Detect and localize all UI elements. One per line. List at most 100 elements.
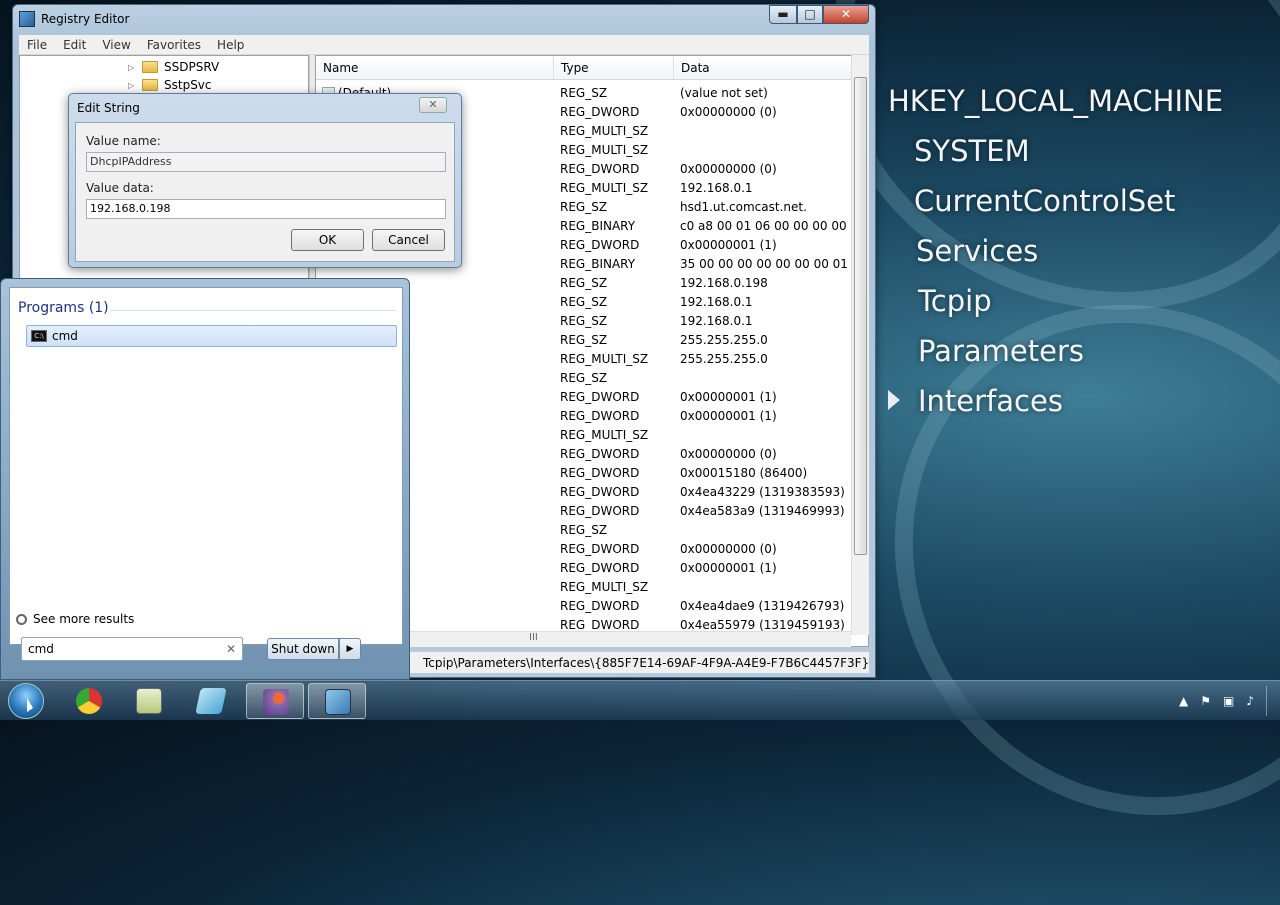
value-type: REG_DWORD [560, 542, 640, 556]
see-more-results-link[interactable]: See more results [16, 612, 134, 626]
maximize-button[interactable]: □ [797, 5, 823, 24]
overlay-currentcontrolset: CurrentControlSet [914, 184, 1176, 218]
overlay-parameters: Parameters [918, 334, 1084, 368]
taskbar-app-chart[interactable] [120, 683, 178, 719]
value-type: REG_SZ [560, 200, 608, 214]
expand-icon[interactable]: ▷ [128, 63, 142, 72]
tree-node-ssdpsrv[interactable]: ▷ SSDPSRV [128, 58, 219, 76]
list-vertical-scrollbar[interactable] [851, 55, 869, 635]
header-divider [110, 310, 396, 311]
value-data: 0x4ea43229 (1319383593) [680, 485, 845, 499]
dialog-close-button[interactable]: ✕ [419, 97, 447, 113]
value-data: 192.168.0.1 [680, 314, 753, 328]
search-results-pane: Programs (1) C:\ cmd See more results [9, 287, 403, 645]
overlay-interfaces: Interfaces [918, 384, 1063, 418]
taskbar-app-glass[interactable] [182, 683, 240, 719]
programs-header: Programs (1) [18, 300, 109, 316]
value-type: REG_SZ [560, 276, 608, 290]
volume-icon[interactable]: ♪ [1246, 694, 1254, 708]
mouse-cursor-icon [27, 698, 33, 712]
system-tray: ▲ ⚑ ▣ ♪ [1179, 681, 1272, 721]
value-data: c0 a8 00 01 06 00 00 00 00 1c f0 fc [680, 219, 856, 233]
value-data: hsd1.ut.comcast.net. [680, 200, 807, 214]
value-type: REG_DWORD [560, 105, 640, 119]
minimize-button[interactable]: ▬ [769, 5, 797, 24]
start-search-input[interactable]: cmd ✕ [21, 637, 243, 661]
overlay-system: SYSTEM [914, 134, 1030, 168]
value-data: 0x00000001 (1) [680, 561, 777, 575]
tree-node-sstpsvc[interactable]: ▷ SstpSvc [128, 76, 212, 94]
value-data-field[interactable]: 192.168.0.198 [86, 199, 446, 219]
column-data[interactable]: Data [674, 56, 856, 79]
dialog-body: Value name: DhcpIPAddress Value data: 19… [75, 122, 455, 262]
value-data: 0x00000000 (0) [680, 447, 777, 461]
clear-search-icon[interactable]: ✕ [226, 638, 236, 660]
value-type: REG_MULTI_SZ [560, 181, 649, 195]
ok-button[interactable]: OK [291, 229, 364, 251]
result-label: cmd [52, 329, 78, 343]
network-icon[interactable]: ▣ [1223, 694, 1234, 708]
result-item-cmd[interactable]: C:\ cmd [26, 325, 397, 347]
value-type: REG_BINARY [560, 257, 636, 271]
column-name[interactable]: Name [316, 56, 554, 79]
overlay-hklm: HKEY_LOCAL_MACHINE [888, 84, 1224, 118]
close-button[interactable]: ✕ [823, 5, 869, 24]
taskbar-regedit[interactable] [308, 683, 366, 719]
value-type: REG_SZ [560, 86, 608, 100]
shut-down-button[interactable]: Shut down [267, 638, 339, 660]
scroll-grip: III [529, 632, 538, 643]
value-data: 0x00000000 (0) [680, 542, 777, 556]
value-type: REG_DWORD [560, 561, 640, 575]
recorder-app-icon [263, 689, 289, 715]
show-desktop-button[interactable] [1266, 686, 1272, 716]
list-horizontal-scrollbar[interactable]: III [409, 631, 851, 647]
column-type[interactable]: Type [554, 56, 674, 79]
value-name-field[interactable]: DhcpIPAddress [86, 152, 446, 172]
value-data: 35 00 00 00 00 00 00 00 01 00 00 00 [680, 257, 856, 271]
cancel-button[interactable]: Cancel [372, 229, 445, 251]
value-data: 192.168.0.1 [680, 295, 753, 309]
value-type: REG_MULTI_SZ [560, 428, 649, 442]
action-center-flag-icon[interactable]: ⚑ [1200, 694, 1211, 708]
overlay-tcpip: Tcpip [918, 284, 992, 318]
taskbar-chrome[interactable] [60, 683, 118, 719]
value-type: REG_DWORD [560, 162, 640, 176]
show-hidden-icons-icon[interactable]: ▲ [1179, 694, 1188, 708]
menu-file[interactable]: File [19, 38, 55, 52]
folder-icon [142, 79, 158, 91]
cmd-icon: C:\ [31, 330, 47, 342]
overlay-interfaces-row: Interfaces [888, 382, 1278, 432]
shut-down-options-button[interactable]: ▶ [339, 638, 361, 660]
expand-icon[interactable]: ▷ [128, 81, 142, 90]
value-data: 0x4ea583a9 (1319469993) [680, 504, 845, 518]
value-name-label: Value name: [86, 134, 161, 148]
search-icon [16, 613, 27, 625]
chrome-icon [76, 688, 102, 714]
overlay-services: Services [916, 234, 1039, 268]
value-type: REG_SZ [560, 371, 608, 385]
scroll-thumb[interactable] [854, 77, 867, 555]
taskbar-app-recorder[interactable] [246, 683, 304, 719]
title-bar[interactable]: Registry Editor [13, 5, 875, 33]
value-data: 0x00000001 (1) [680, 409, 777, 423]
menu-help[interactable]: Help [209, 38, 252, 52]
value-type: REG_MULTI_SZ [560, 143, 649, 157]
menu-edit[interactable]: Edit [55, 38, 94, 52]
value-data: 192.168.0.1 [680, 181, 753, 195]
value-type: REG_SZ [560, 523, 608, 537]
dialog-title: Edit String [77, 101, 140, 115]
value-data: 255.255.255.0 [680, 333, 768, 347]
registry-path-overlay: HKEY_LOCAL_MACHINE SYSTEM CurrentControl… [888, 82, 1278, 432]
tree-node-label: SstpSvc [164, 78, 212, 92]
registry-icon [19, 11, 35, 27]
menu-favorites[interactable]: Favorites [139, 38, 209, 52]
menu-view[interactable]: View [94, 38, 138, 52]
value-data: 0x00000001 (1) [680, 390, 777, 404]
value-type: REG_DWORD [560, 390, 640, 404]
taskbar: ▲ ⚑ ▣ ♪ [0, 680, 1280, 720]
value-data: 0x4ea4dae9 (1319426793) [680, 599, 845, 613]
value-data: 0x00015180 (86400) [680, 466, 808, 480]
value-type: REG_MULTI_SZ [560, 124, 649, 138]
start-orb-button[interactable] [8, 683, 44, 719]
value-type: REG_DWORD [560, 504, 640, 518]
